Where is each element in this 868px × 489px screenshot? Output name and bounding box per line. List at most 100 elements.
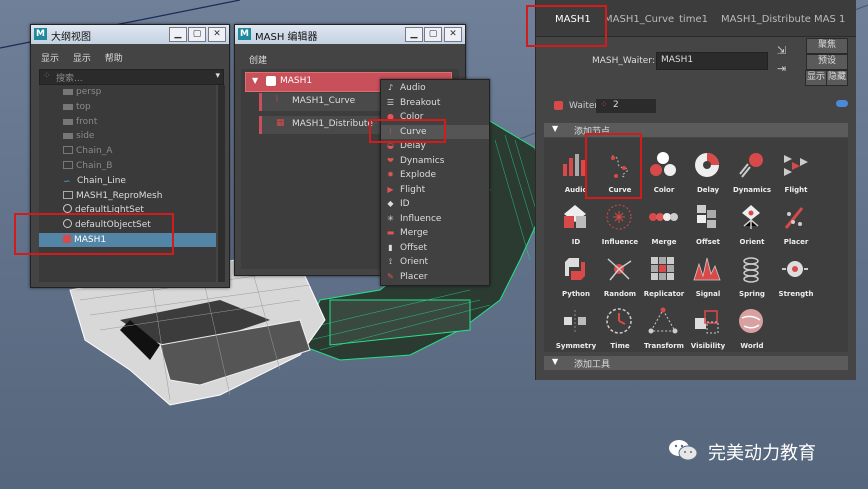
outliner-title: 大纲视图 xyxy=(51,32,91,43)
menu-item-flight[interactable]: ▶ Flight xyxy=(381,183,489,198)
hide-button[interactable]: 隐藏 xyxy=(826,70,848,86)
presets-button[interactable]: 预设 xyxy=(806,54,848,70)
time-icon xyxy=(606,308,632,334)
menu-item-offset[interactable]: ▮ Offset xyxy=(381,241,489,256)
audio-icon: ♪ xyxy=(387,83,394,92)
collapse-arrow-icon: ▼ xyxy=(552,124,559,133)
node-influence[interactable]: Influence xyxy=(596,200,644,250)
show-icon[interactable]: ⇥ xyxy=(777,62,786,75)
node-replicator[interactable]: Replicator xyxy=(640,252,688,302)
outliner-titlebar[interactable]: M 大纲视图 ▁ ▢ ✕ xyxy=(31,25,229,44)
mash-node-icon xyxy=(266,76,276,86)
menu-item-id[interactable]: ◆ ID xyxy=(381,197,489,212)
chevron-down-icon[interactable]: ▾ xyxy=(215,71,220,81)
node-count-icon: ⁘ xyxy=(600,100,608,110)
close-button[interactable]: ✕ xyxy=(208,27,226,42)
node-placer[interactable]: Placer xyxy=(772,200,820,250)
add-utility-header[interactable]: ▼ 添加工具 xyxy=(544,356,848,370)
mash-child-row[interactable]: ⦚ MASH1_Curve xyxy=(259,93,384,111)
outliner-item-side[interactable]: side xyxy=(39,129,216,143)
outliner-item-persp[interactable]: persp xyxy=(39,85,216,99)
highlight-menu-curve xyxy=(369,119,446,143)
node-world[interactable]: World xyxy=(728,304,776,354)
node-random[interactable]: Random xyxy=(596,252,644,302)
node-python[interactable]: Python xyxy=(552,252,600,302)
menu-item-orient[interactable]: ⟟ Orient xyxy=(381,255,489,270)
mash-waiter-value: MASH1 xyxy=(661,55,694,65)
search-input[interactable]: 搜索... xyxy=(56,71,83,84)
node-strength[interactable]: Strength xyxy=(772,252,820,302)
node-delay[interactable]: Delay xyxy=(684,148,732,198)
spring-icon xyxy=(743,257,759,283)
mash-editor-titlebar[interactable]: M MASH 编辑器 ▁ ▢ ✕ xyxy=(235,25,465,44)
focus-icon[interactable]: ⇲ xyxy=(777,44,786,57)
child-label-distribute: MASH1_Distribute xyxy=(292,119,373,129)
node-symmetry[interactable]: Symmetry xyxy=(552,304,600,354)
menu-create[interactable]: 创建 xyxy=(249,53,267,66)
outliner-scrollbar[interactable] xyxy=(218,85,225,282)
node-offset[interactable]: Offset xyxy=(684,200,732,250)
tab-mas1[interactable]: MAS 1 xyxy=(814,14,845,25)
dynamics-icon xyxy=(739,153,763,178)
node-merge[interactable]: Merge xyxy=(640,200,688,250)
node-transform[interactable]: Transform xyxy=(640,304,688,354)
menu-item-influence[interactable]: ✳ Influence xyxy=(381,212,489,227)
curve-node-icon: ⦚ xyxy=(276,95,278,105)
menu-item-dynamics[interactable]: ❤ Dynamics xyxy=(381,154,489,169)
menu-item-breakout[interactable]: ☰ Breakout xyxy=(381,96,489,111)
maximize-button[interactable]: ▢ xyxy=(188,27,206,42)
node-signal[interactable]: Signal xyxy=(684,252,732,302)
toggle-icon[interactable] xyxy=(836,100,848,107)
node-time[interactable]: Time xyxy=(596,304,644,354)
node-id[interactable]: ID xyxy=(552,200,600,250)
show-button[interactable]: 显示 xyxy=(805,70,827,86)
node-color[interactable]: Color xyxy=(640,148,688,198)
outliner-item-chain-a[interactable]: Chain_A xyxy=(39,144,216,158)
focus-button[interactable]: 聚焦 xyxy=(806,38,848,54)
search-options-icon[interactable]: ⁘ xyxy=(43,71,51,81)
outliner-item-front[interactable]: front xyxy=(39,115,216,129)
minimize-button[interactable]: ▁ xyxy=(405,27,423,42)
mash-child-row[interactable]: ▦ MASH1_Distribute xyxy=(259,116,384,134)
node-dynamics[interactable]: Dynamics xyxy=(728,148,776,198)
mash-waiter-label: MASH_Waiter: xyxy=(592,56,655,66)
mash-waiter-field[interactable]: MASH1 xyxy=(656,52,768,70)
breakout-icon: ☰ xyxy=(386,97,395,107)
node-flight[interactable]: Flight xyxy=(772,148,820,198)
outliner-item-top[interactable]: top xyxy=(39,100,216,114)
placer-icon: ✎ xyxy=(387,271,394,281)
tab-mash1-curve[interactable]: MASH1_Curve xyxy=(604,14,674,25)
outliner-item-chain-b[interactable]: Chain_B xyxy=(39,159,216,173)
node-visibility[interactable]: Visibility xyxy=(684,304,732,354)
close-button[interactable]: ✕ xyxy=(444,27,462,42)
menu-display-2[interactable]: 显示 xyxy=(73,54,91,64)
waiter-count-value: 2 xyxy=(613,100,619,110)
menu-item-merge[interactable]: ▬ Merge xyxy=(381,226,489,241)
outliner-item-chain-line[interactable]: ∽ Chain_Line xyxy=(39,174,216,188)
minimize-button[interactable]: ▁ xyxy=(169,27,187,42)
node-orient[interactable]: Orient xyxy=(728,200,776,250)
waiter-node-icon xyxy=(554,101,563,110)
outliner-item-repromesh[interactable]: MASH1_ReproMesh xyxy=(39,189,216,203)
menu-help[interactable]: 帮助 xyxy=(105,54,123,64)
merge-icon xyxy=(649,213,678,221)
tab-mash1-distribute[interactable]: MASH1_Distribute xyxy=(721,14,811,25)
expand-arrow-icon[interactable]: ▼ xyxy=(252,76,258,85)
node-spring[interactable]: Spring xyxy=(728,252,776,302)
camera-icon xyxy=(63,119,73,125)
outliner-search-bar[interactable]: ⁘ 搜索... ▾ xyxy=(39,69,224,85)
signal-icon xyxy=(693,257,721,281)
menu-item-explode[interactable]: ✸ Explode xyxy=(381,168,489,183)
explode-icon: ✸ xyxy=(387,170,394,179)
maximize-button[interactable]: ▢ xyxy=(424,27,442,42)
mash-network-label: MASH1 xyxy=(280,76,313,86)
menu-display-1[interactable]: 显示 xyxy=(41,54,59,64)
menu-item-placer[interactable]: ✎ Placer xyxy=(381,270,489,285)
tab-time1[interactable]: time1 xyxy=(679,14,708,25)
waiter-count-field[interactable]: ⁘ 2 xyxy=(596,99,656,113)
mesh-icon xyxy=(63,146,73,154)
mash-editor-title: MASH 编辑器 xyxy=(255,32,318,43)
watermark-text: 完美动力教育 xyxy=(708,443,816,464)
maya-logo-icon: M xyxy=(34,28,47,40)
menu-item-audio[interactable]: ♪ Audio xyxy=(381,81,489,96)
